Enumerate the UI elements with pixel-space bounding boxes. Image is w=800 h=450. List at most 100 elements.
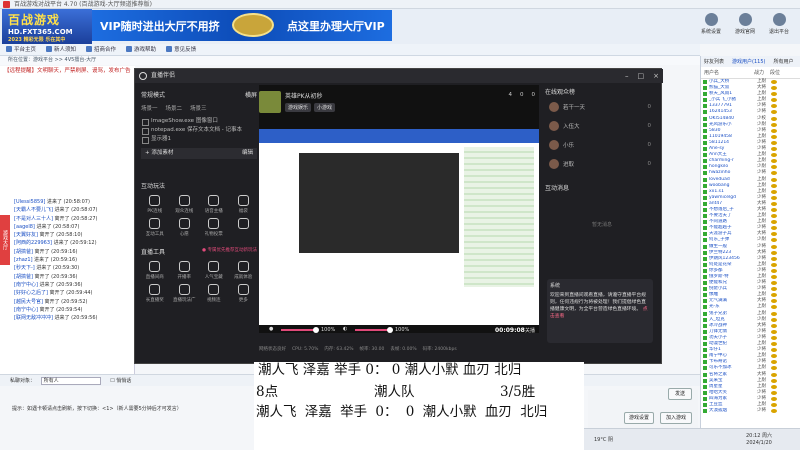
chat-log-user[interactable]: [aagel8] bbox=[14, 224, 35, 230]
tools_items-item[interactable]: 长直播奖 bbox=[141, 284, 169, 303]
close-icon[interactable]: × bbox=[653, 69, 659, 83]
orientation-toggle[interactable]: 横屏 bbox=[245, 90, 257, 99]
avatar bbox=[549, 158, 559, 169]
viewer-row[interactable]: 入伍大 0 bbox=[545, 116, 659, 135]
live-companion-titlebar: 直播伴侣 – □ × bbox=[135, 69, 663, 83]
whisper-checkbox[interactable]: ☐ bbox=[110, 378, 114, 384]
chat-log-user[interactable]: [秒天下-] bbox=[14, 265, 35, 271]
stream-preview[interactable] bbox=[259, 129, 539, 325]
interact_items-item[interactable]: 礼物投票 bbox=[200, 218, 228, 237]
source-item[interactable]: 显示器1 bbox=[141, 135, 257, 144]
user-row[interactable]: 大漠孤烟 少将 bbox=[701, 408, 800, 414]
chat-log-user[interactable]: [zhaz1] bbox=[14, 257, 33, 263]
chat-log-entry: [秒天下-] 进来了 (20:59:30) bbox=[14, 264, 134, 272]
chat-log-user[interactable]: [好好心之后了] bbox=[14, 290, 48, 296]
toolbar-feedback[interactable]: 意见反馈 bbox=[166, 44, 196, 55]
user-name: 大漠孤烟 bbox=[709, 408, 727, 414]
rank-badge-icon bbox=[771, 147, 777, 152]
scene-tab-3[interactable]: 场景三 bbox=[190, 104, 207, 112]
taskbar: 19°C 阴 20:12 周六 2024/1/20 bbox=[584, 428, 800, 450]
status-icon bbox=[703, 293, 707, 298]
microphone-icon[interactable]: ● bbox=[269, 326, 273, 332]
top-right-buttons: 系统设置 游戏官网 退出平台 bbox=[695, 9, 800, 44]
speaker-volume-slider[interactable] bbox=[355, 329, 389, 331]
rank-badge-icon bbox=[771, 335, 777, 340]
tools_items-item[interactable]: 直播玩法广 bbox=[171, 284, 199, 303]
exit-button[interactable]: 退出平台 bbox=[767, 13, 791, 35]
tools_items-item[interactable]: 人气宝藏 bbox=[200, 261, 228, 280]
toolbar-help[interactable]: 游戏帮助 bbox=[126, 44, 156, 55]
tool-label: 成就体验 bbox=[234, 275, 253, 280]
score-wins: 3/5胜 bbox=[500, 384, 536, 400]
maximize-icon[interactable]: □ bbox=[638, 69, 645, 83]
website-button[interactable]: 游戏官网 bbox=[733, 13, 757, 35]
tools_items-item[interactable]: 开播率 bbox=[171, 261, 199, 280]
col-power[interactable]: 战力 bbox=[754, 69, 770, 76]
vip-banner[interactable]: VIP随时进出大厅不用挤 点这里办理大厅VIP bbox=[92, 10, 392, 41]
tool-label: 人气宝藏 bbox=[204, 275, 223, 280]
chat-log-user[interactable]: [天霸人不要儿飞] bbox=[14, 207, 53, 213]
chat-target-select[interactable]: 所有人 bbox=[40, 376, 101, 385]
col-rank[interactable]: 段位 bbox=[770, 69, 780, 76]
interact_items-item[interactable]: 福袋 bbox=[230, 195, 258, 214]
chat-log-user[interactable]: [联网无敌冲冲冲] bbox=[14, 315, 53, 321]
send-button[interactable]: 发送 bbox=[668, 388, 692, 400]
brand-logo[interactable]: 百战游戏 HD.FXT365.COM 2023 精彩无限 乐在其中 bbox=[2, 9, 92, 44]
speaker-volume-knob[interactable] bbox=[387, 327, 393, 333]
rank-badge-icon bbox=[771, 329, 777, 334]
chat-log-user[interactable]: [越民大号官] bbox=[14, 299, 43, 305]
chat-log-user[interactable]: [天翼好友] bbox=[14, 232, 38, 238]
viewer-row[interactable]: 进取 0 bbox=[545, 154, 659, 173]
scene-tab-1[interactable]: 场景一 bbox=[141, 104, 158, 112]
mic-volume-slider[interactable] bbox=[281, 329, 315, 331]
status-icon bbox=[703, 372, 707, 377]
chat-log-user[interactable]: [胡搞爸] bbox=[14, 249, 33, 255]
interact_items-item[interactable]: 心愿 bbox=[171, 218, 199, 237]
lobby-side-tab[interactable]: 游戏大厅 bbox=[0, 215, 10, 265]
tools_items-item[interactable]: 视频连 bbox=[200, 284, 228, 303]
chat-log-user[interactable]: [Ulessi5859] bbox=[14, 199, 45, 205]
chat-log-user[interactable]: [阿西的229963] bbox=[14, 240, 52, 246]
mic-volume-knob[interactable] bbox=[313, 327, 319, 333]
tab-friends[interactable]: 好友列表 bbox=[704, 58, 724, 65]
status-icon bbox=[703, 214, 707, 219]
chat-log-entry: [胡搞爸] 离开了 (20:59:16) bbox=[14, 248, 134, 256]
chat-log-user[interactable]: [南宁中心] bbox=[14, 282, 38, 288]
tab-game-users[interactable]: 游戏用户(115) bbox=[732, 58, 765, 65]
add-material-button[interactable]: + 添加素材 编辑 bbox=[141, 148, 257, 159]
minimize-icon[interactable]: – bbox=[625, 69, 629, 83]
stop-live-button[interactable]: 关播 bbox=[525, 327, 535, 334]
interact_items-item[interactable]: 语音主播 bbox=[200, 195, 228, 214]
rank-badge-icon bbox=[771, 195, 777, 200]
source-item[interactable]: ImageShow.exe 图像窗口 bbox=[141, 117, 257, 126]
viewer-row[interactable]: 小乐 0 bbox=[545, 135, 659, 154]
rank-badge-icon bbox=[771, 104, 777, 109]
viewer-row[interactable]: 若干一天 0 bbox=[545, 97, 659, 116]
tools_items-item[interactable]: 直播间商 bbox=[141, 261, 169, 280]
join-game-button[interactable]: 加入游戏 bbox=[660, 412, 692, 424]
toolbar-partner[interactable]: 招商合作 bbox=[86, 44, 116, 55]
chat-log-user[interactable]: [不是对人三十人] bbox=[14, 216, 53, 222]
chat-log-user[interactable]: [南宁中心] bbox=[14, 307, 38, 313]
source-item[interactable]: notepad.exe 保存文本文档 - 记事本 bbox=[141, 126, 257, 135]
tools_items-item[interactable]: 更多 bbox=[230, 284, 258, 303]
rank-badge-icon bbox=[771, 159, 777, 164]
tab-all-users[interactable]: 所有用户 bbox=[773, 58, 793, 65]
toolbar-newbie[interactable]: 新人须知 bbox=[46, 44, 76, 55]
interact_items-item[interactable] bbox=[230, 218, 258, 237]
speaker-icon[interactable]: ◐ bbox=[343, 326, 347, 332]
interact_items-item[interactable]: PK连线 bbox=[141, 195, 169, 214]
scene-tab-2[interactable]: 场景二 bbox=[166, 104, 183, 112]
interact_items-item[interactable]: 互动工具 bbox=[141, 218, 169, 237]
game-setup-button[interactable]: 游戏设置 bbox=[624, 412, 654, 424]
toolbar-home[interactable]: 平台主页 bbox=[6, 44, 36, 55]
speaker-volume-label: 100% bbox=[395, 327, 410, 333]
clock[interactable]: 20:12 周六 2024/1/20 bbox=[746, 433, 772, 447]
interact_items-item[interactable]: 观众连线 bbox=[171, 195, 199, 214]
col-username[interactable]: 用户名 bbox=[704, 69, 754, 76]
tool-icon bbox=[178, 218, 190, 229]
chat-log-user[interactable]: [胡搞爸] bbox=[14, 274, 33, 280]
weather-widget[interactable]: 19°C 阴 bbox=[594, 436, 613, 443]
settings-button[interactable]: 系统设置 bbox=[699, 13, 723, 35]
tools_items-item[interactable]: 成就体验 bbox=[230, 261, 258, 280]
